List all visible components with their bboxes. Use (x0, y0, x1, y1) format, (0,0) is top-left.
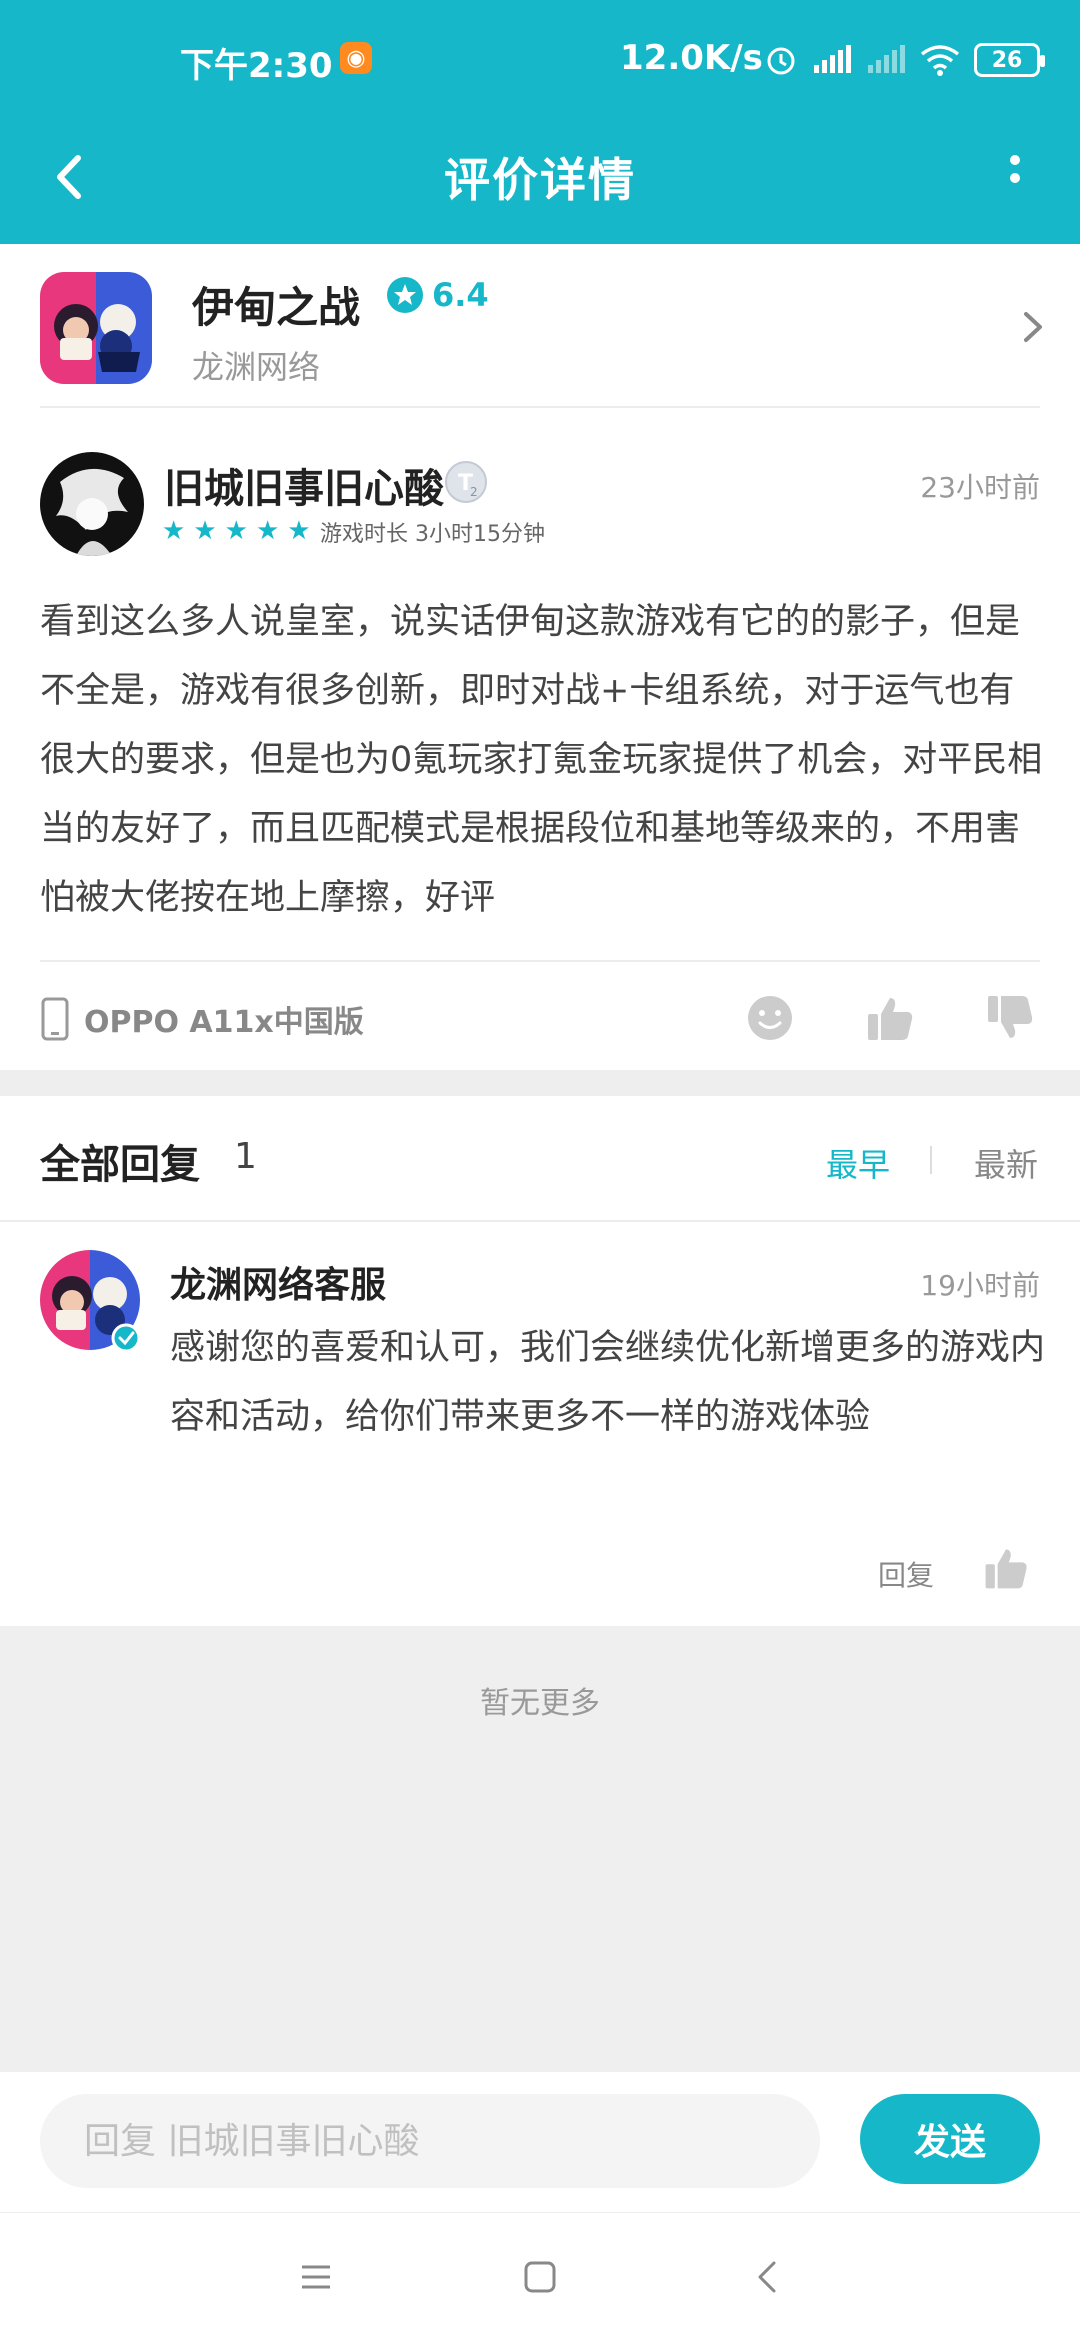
divider (40, 406, 1040, 408)
list-footer: 暂无更多 (0, 1626, 1080, 2072)
more-vertical-icon[interactable] (980, 142, 1050, 212)
reply-username[interactable]: 龙渊网络客服 (170, 1256, 386, 1308)
nav-bar: 评价详情 (0, 120, 1080, 244)
star-icon: ★ (287, 516, 311, 546)
review-time: 23小时前 (920, 471, 1040, 504)
sort-newest-tab[interactable]: 最新 (974, 1140, 1038, 1186)
avatar[interactable] (40, 1250, 144, 1354)
star-icon: ★ (255, 516, 280, 546)
thumbs-up-icon[interactable] (862, 990, 918, 1046)
phone-icon (41, 997, 69, 1041)
back-icon[interactable] (744, 2253, 792, 2301)
sort-divider (930, 1146, 932, 1174)
svg-text:2: 2 (470, 485, 478, 499)
rating-star-icon (387, 277, 423, 313)
signal-icon (814, 45, 851, 73)
device-info: OPPO A11x中国版 (40, 994, 364, 1044)
device-name: OPPO A11x中国版 (84, 1005, 364, 1040)
home-icon[interactable] (516, 2253, 564, 2301)
thumbs-down-icon[interactable] (982, 990, 1038, 1046)
star-icon: ★ (224, 516, 248, 546)
header: 下午2:30 ◉ 12.0K/s 26 评价详情 (0, 0, 1080, 244)
signal-weak-icon (868, 45, 905, 73)
star-icon: ★ (193, 516, 217, 546)
review-text: 看到这么多人说皇室，说实话伊甸这款游戏有它的的影子，但是不全是，游戏有很多创新，… (40, 602, 1043, 918)
uc-browser-icon: ◉ (340, 42, 372, 74)
star-icon: ★ (162, 516, 186, 546)
page-title: 评价详情 (444, 153, 636, 207)
game-name: 伊甸之战 (192, 283, 361, 332)
no-more-text: 暂无更多 (480, 1686, 600, 1721)
reply-input-bar: 发送 (0, 2072, 1080, 2212)
reply-time: 19小时前 (920, 1269, 1040, 1302)
replies-section: 全部回复 1 最早 最新 龙渊网络客服 19小时前 感谢您的喜爱和认可，我们会继… (0, 1096, 1080, 1626)
battery-icon: 26 (974, 43, 1045, 77)
alarm-icon (767, 47, 795, 75)
status-bar: 下午2:30 ◉ 12.0K/s 26 (0, 0, 1080, 120)
status-icons: 26 (740, 40, 1045, 80)
system-nav-bar (0, 2212, 1080, 2340)
sort-earliest-tab[interactable]: 最早 (826, 1140, 890, 1186)
replies-count: 1 (234, 1136, 257, 1177)
game-score: 6.4 (432, 276, 489, 314)
menu-icon[interactable] (292, 2253, 340, 2301)
status-time: 下午2:30 (180, 46, 333, 86)
send-button[interactable]: 发送 (860, 2094, 1040, 2184)
thumbs-up-icon[interactable] (980, 1542, 1032, 1594)
divider (40, 960, 1040, 962)
game-card[interactable]: 伊甸之战 6.4 龙渊网络 (0, 244, 1080, 408)
reply-input[interactable] (40, 2094, 820, 2188)
level-badge-icon: T2 (445, 461, 487, 503)
divider (0, 1220, 1080, 1222)
review-card: 旧城旧事旧心酸 T2 23小时前 ★ ★ ★ ★ ★ 游戏时长 3小时15分钟 … (0, 410, 1080, 1070)
review-username[interactable]: 旧城旧事旧心酸 (164, 456, 444, 514)
rating-stars: ★ ★ ★ ★ ★ (162, 518, 311, 544)
section-separator (0, 1070, 1080, 1096)
chevron-right-icon[interactable] (1012, 302, 1052, 352)
game-developer: 龙渊网络 (192, 348, 321, 386)
reply-button[interactable]: 回复 (878, 1554, 934, 1594)
play-time: 游戏时长 3小时15分钟 (320, 522, 545, 547)
reply-text: 感谢您的喜爱和认可，我们会继续优化新增更多的游戏内容和活动，给你们带来更多不一样… (170, 1328, 1046, 1437)
avatar[interactable] (40, 452, 144, 556)
emoji-icon[interactable] (742, 990, 798, 1046)
game-logo (40, 272, 152, 384)
wifi-icon (920, 45, 960, 76)
replies-title: 全部回复 (40, 1142, 200, 1188)
